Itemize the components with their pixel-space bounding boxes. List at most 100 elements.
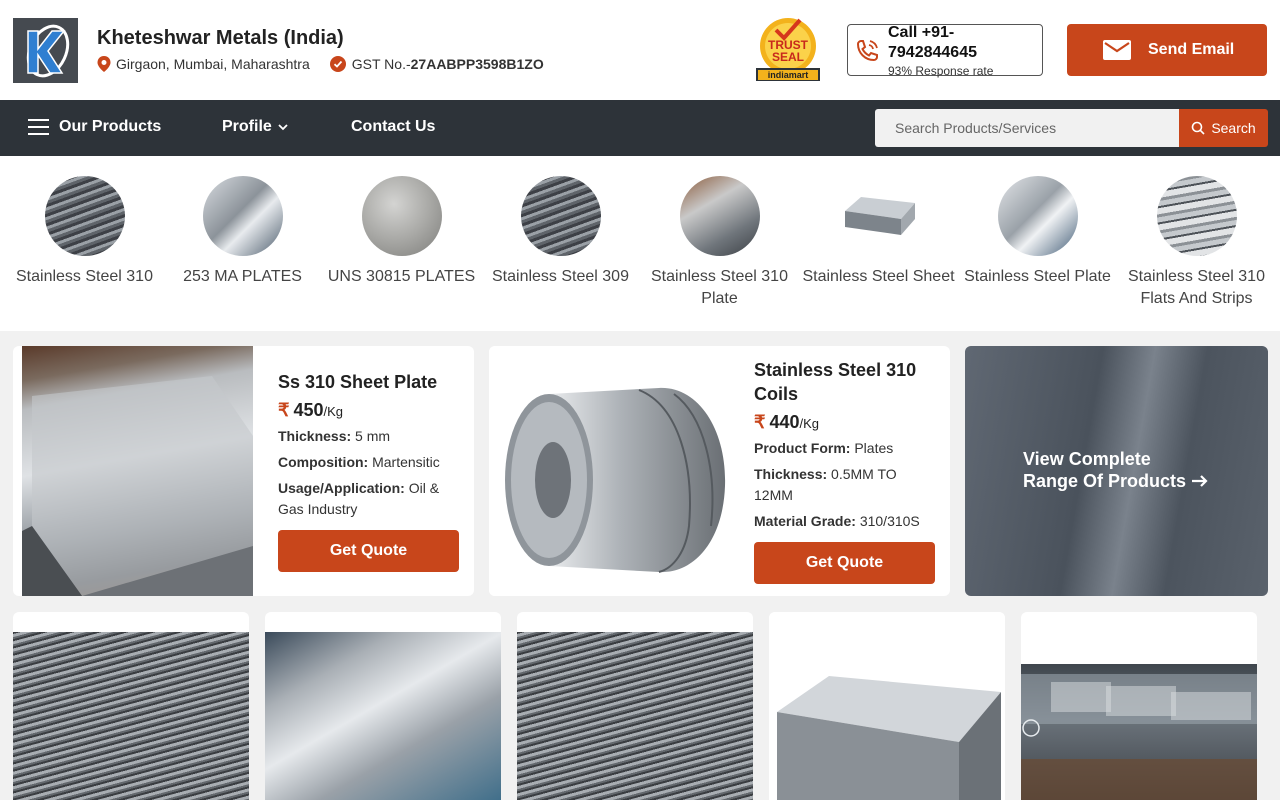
category-item[interactable]: Stainless Steel 310 xyxy=(5,176,164,288)
trust-seal-brand: indiamart xyxy=(768,70,809,80)
category-item[interactable]: Stainless Steel Sheet xyxy=(799,176,958,288)
category-label: Stainless Steel 309 xyxy=(492,268,629,285)
product-image[interactable] xyxy=(1021,664,1257,800)
product-grid-card[interactable] xyxy=(13,612,249,800)
product-image[interactable] xyxy=(489,346,739,596)
nav-profile-label: Profile xyxy=(222,118,272,135)
stamped-plate-photo xyxy=(1021,674,1257,800)
category-image xyxy=(838,176,919,256)
search-button-label: Search xyxy=(1211,120,1256,136)
price-unit: /Kg xyxy=(323,404,344,419)
search-icon xyxy=(1192,121,1205,135)
product-image[interactable] xyxy=(22,346,253,596)
product-image[interactable] xyxy=(265,632,501,800)
product-title[interactable]: Stainless Steel 310 Coils xyxy=(754,358,939,406)
spec-key: Material Grade: xyxy=(754,513,856,529)
category-item[interactable]: Stainless Steel 310 Plate xyxy=(640,176,799,310)
currency-symbol: ₹ xyxy=(278,400,290,420)
category-label: Stainless Steel 310 Plate xyxy=(651,268,788,307)
nav-contact-us-label: Contact Us xyxy=(351,118,436,135)
category-image xyxy=(202,176,283,256)
call-number: Call +91-7942844645 xyxy=(888,24,977,61)
trust-seal-badge[interactable]: TRUST SEAL indiamart xyxy=(754,16,822,82)
company-name[interactable]: Kheteshwar Metals (India) xyxy=(97,27,344,50)
product-image[interactable] xyxy=(13,632,249,800)
product-spec: Usage/Application: Oil & Gas Industry xyxy=(278,478,463,520)
logo-k-mark-icon xyxy=(26,24,69,77)
product-grid-card[interactable] xyxy=(1021,612,1257,800)
category-item[interactable]: Stainless Steel 310 Flats And Strips xyxy=(1117,176,1276,310)
category-item[interactable]: UNS 30815 PLATES xyxy=(322,176,481,288)
category-image xyxy=(520,176,601,256)
product-grid-card[interactable] xyxy=(265,612,501,800)
nav-contact-us[interactable]: Contact Us xyxy=(351,118,435,136)
view-complete-range-link[interactable]: View Complete Range Of Products xyxy=(1023,448,1243,492)
product-price: ₹440/Kg xyxy=(754,412,939,433)
category-image xyxy=(1156,176,1237,256)
category-image xyxy=(997,176,1078,256)
trust-seal-line2: SEAL xyxy=(772,50,804,64)
search-input[interactable] xyxy=(875,109,1179,147)
main-nav: Our Products Profile Contact Us Search xyxy=(0,100,1280,156)
company-meta: Girgaon, Mumbai, Maharashtra GST No.- 27A… xyxy=(97,56,544,72)
category-item[interactable]: Stainless Steel Plate xyxy=(958,176,1117,288)
product-card[interactable]: Stainless Steel 310 Coils ₹440/Kg Produc… xyxy=(489,346,950,596)
category-item[interactable]: Stainless Steel 309 xyxy=(481,176,640,288)
nav-our-products[interactable]: Our Products xyxy=(28,118,161,136)
company-logo[interactable] xyxy=(13,18,78,83)
category-label: UNS 30815 PLATES xyxy=(327,268,476,285)
product-image[interactable] xyxy=(769,612,1005,800)
price-unit: /Kg xyxy=(799,416,820,431)
location-pin-icon xyxy=(97,56,111,72)
view-all-line2: Range Of Products xyxy=(1023,471,1187,491)
product-grid-card[interactable] xyxy=(769,612,1005,800)
sheet-stack-photo xyxy=(777,676,1001,800)
spec-value: 310/310S xyxy=(859,513,920,529)
spec-key: Product Form: xyxy=(754,440,851,456)
category-image xyxy=(679,176,760,256)
search-button[interactable]: Search xyxy=(1179,109,1268,147)
category-image xyxy=(44,176,125,256)
category-label: Stainless Steel Plate xyxy=(964,268,1111,285)
category-strip: Stainless Steel 310 253 MA PLATES UNS 30… xyxy=(0,156,1280,331)
spec-value: Martensitic xyxy=(372,454,440,470)
product-info: Stainless Steel 310 Coils ₹440/Kg Produc… xyxy=(754,358,939,532)
product-spec: Material Grade: 310/310S xyxy=(754,511,939,532)
sheet-stack-graphic xyxy=(844,197,915,235)
product-image[interactable] xyxy=(517,632,753,800)
product-spec: Product Form: Plates xyxy=(754,438,939,459)
nav-our-products-label: Our Products xyxy=(59,118,162,135)
get-quote-button[interactable]: Get Quote xyxy=(278,530,459,572)
arrow-right-icon xyxy=(1192,475,1208,487)
nav-profile[interactable]: Profile xyxy=(222,118,288,136)
verified-check-icon xyxy=(329,56,346,72)
company-location: Girgaon, Mumbai, Maharashtra xyxy=(116,56,310,72)
view-all-line1: View Complete xyxy=(1023,449,1151,469)
category-label: Stainless Steel 310 Flats And Strips xyxy=(1128,268,1265,307)
category-label: Stainless Steel 310 xyxy=(16,268,153,285)
spec-value: 5 mm xyxy=(355,428,391,444)
steel-coil-photo xyxy=(505,387,726,573)
search-bar: Search xyxy=(875,109,1268,147)
spec-value: Plates xyxy=(854,440,894,456)
call-button[interactable]: Call +91-7942844645 93% Response rate xyxy=(847,24,1043,78)
product-card[interactable]: Ss 310 Sheet Plate ₹450/Kg Thickness: 5 … xyxy=(13,346,474,596)
currency-symbol: ₹ xyxy=(754,412,766,432)
get-quote-button[interactable]: Get Quote xyxy=(754,542,935,584)
product-grid-card[interactable] xyxy=(517,612,753,800)
product-spec: Composition: Martensitic xyxy=(278,452,463,473)
gst-label: GST No.- xyxy=(351,56,411,72)
product-title[interactable]: Ss 310 Sheet Plate xyxy=(278,370,463,394)
phone-ringing-icon xyxy=(856,40,878,62)
category-label: 253 MA PLATES xyxy=(183,268,302,285)
category-image xyxy=(361,176,442,256)
spec-key: Thickness: xyxy=(754,466,828,482)
category-item[interactable]: 253 MA PLATES xyxy=(163,176,322,288)
product-spec: Thickness: 5 mm xyxy=(278,426,463,447)
hamburger-menu-icon xyxy=(28,119,49,135)
view-complete-range-card[interactable]: View Complete Range Of Products xyxy=(965,346,1268,596)
gst-number: 27AABPP3598B1ZO xyxy=(410,56,544,72)
mail-icon xyxy=(1103,40,1131,60)
send-email-button[interactable]: Send Email xyxy=(1067,24,1267,76)
price-value: 450 xyxy=(293,400,324,420)
